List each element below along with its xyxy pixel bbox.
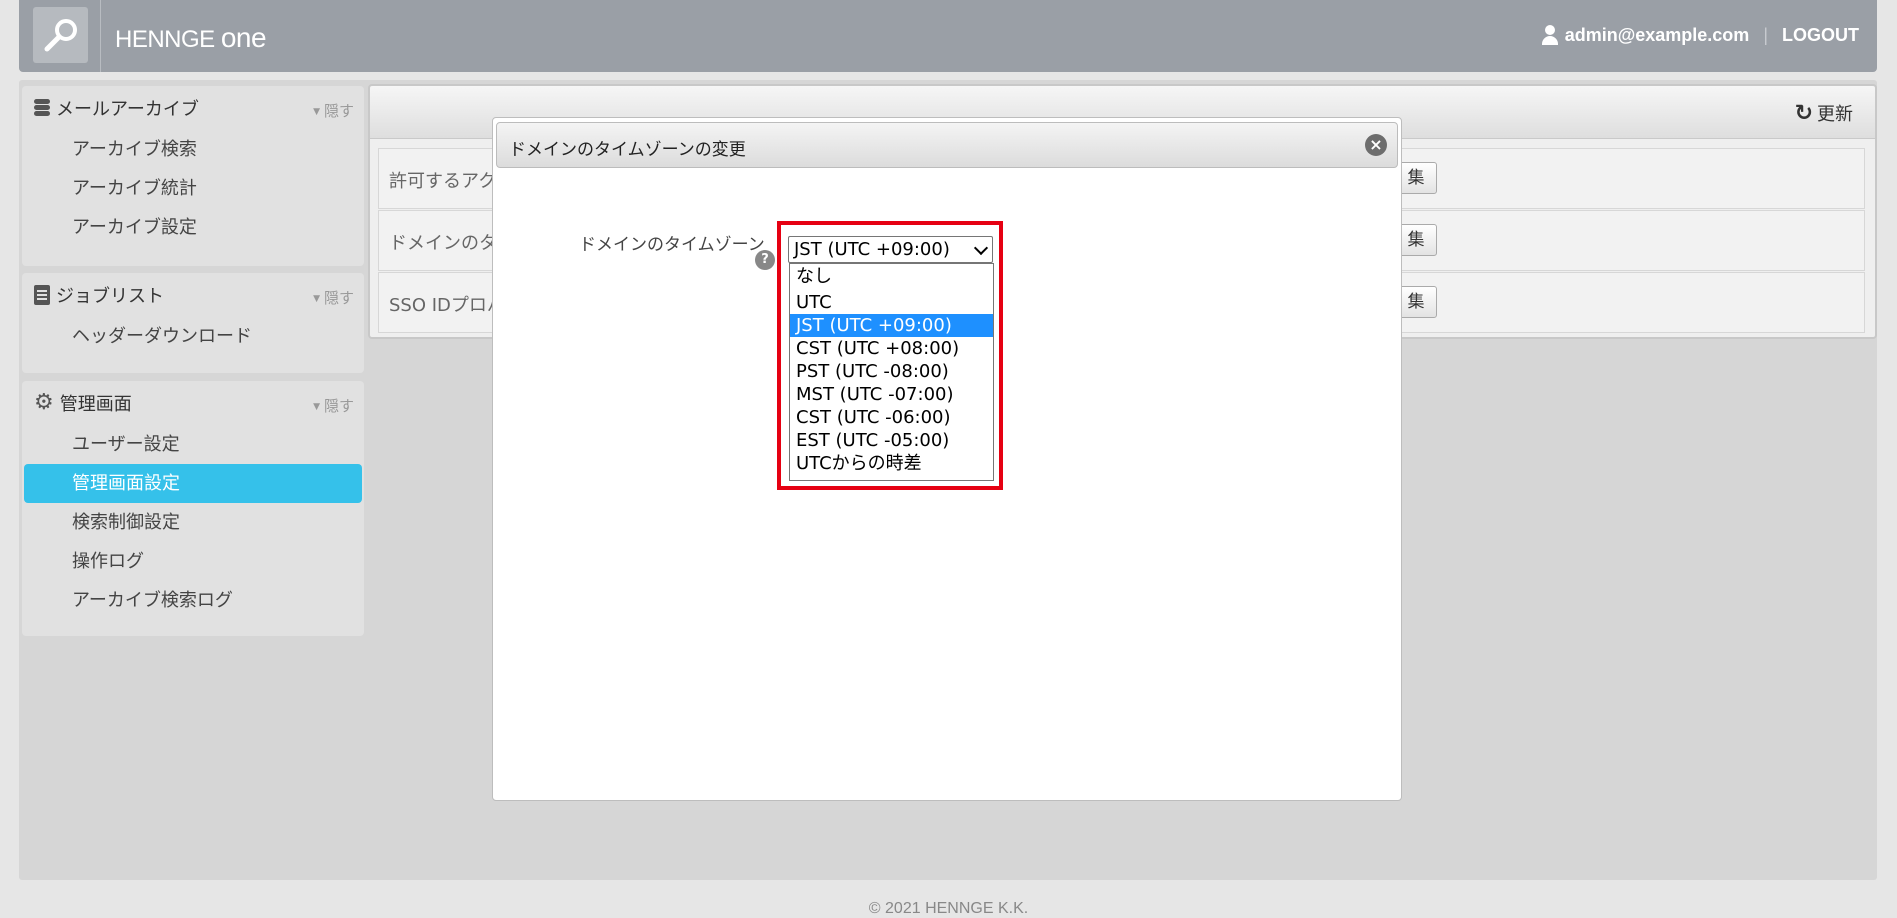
logo-divider xyxy=(100,0,101,72)
sidebar-item-operation-log[interactable]: 操作ログ xyxy=(24,542,362,581)
user-icon xyxy=(1541,24,1559,46)
hide-toggle[interactable]: 隠す xyxy=(313,395,354,416)
gear-icon: ⚙ xyxy=(34,390,54,415)
option-cst-plus8[interactable]: CST (UTC +08:00) xyxy=(790,337,993,360)
sidebar-section-mail-archive: メールアーカイブ 隠す アーカイブ検索 アーカイブ統計 アーカイブ設定 xyxy=(22,86,364,266)
search-logo-icon[interactable] xyxy=(33,7,88,63)
close-icon[interactable]: × xyxy=(1365,134,1387,156)
chevron-down-icon xyxy=(973,240,989,256)
sidebar-item-user-settings[interactable]: ユーザー設定 xyxy=(24,425,362,464)
dialog-title: ドメインのタイムゾーンの変更 xyxy=(509,140,746,160)
option-cst-minus6[interactable]: CST (UTC -06:00) xyxy=(790,406,993,429)
dialog-header: ドメインのタイムゾーンの変更 × xyxy=(496,122,1398,168)
sidebar-section-header[interactable]: メールアーカイブ 隠す xyxy=(22,86,364,130)
section-title: 管理画面 xyxy=(59,394,132,415)
timezone-options: なし UTC JST (UTC +09:00) CST (UTC +08:00)… xyxy=(789,263,994,481)
section-title: ジョブリスト xyxy=(56,286,164,307)
sidebar-section-header[interactable]: ジョブリスト 隠す xyxy=(22,273,364,317)
hide-toggle[interactable]: 隠す xyxy=(313,287,354,308)
header-divider: | xyxy=(1763,24,1768,45)
help-icon[interactable]: ? xyxy=(755,250,775,270)
sidebar-item-archive-search-log[interactable]: アーカイブ検索ログ xyxy=(24,581,362,620)
footer-copyright: © 2021 HENNGE K.K. xyxy=(868,900,1029,917)
sidebar-item-archive-settings[interactable]: アーカイブ設定 xyxy=(24,208,362,247)
option-mst[interactable]: MST (UTC -07:00) xyxy=(790,383,993,406)
refresh-icon: ↻ xyxy=(1794,100,1813,126)
sidebar-section-admin: ⚙ 管理画面 隠す ユーザー設定 管理画面設定 検索制御設定 操作ログ アーカイ… xyxy=(22,381,364,636)
user-email: admin@example.com xyxy=(1564,24,1750,45)
timezone-label: ドメインのタイムゾーン xyxy=(579,235,765,255)
timezone-select[interactable]: JST (UTC +09:00) xyxy=(788,236,993,263)
option-utc[interactable]: UTC xyxy=(790,291,993,314)
user-area: admin@example.com | LOGOUT xyxy=(1541,24,1859,46)
sidebar-item-search-control[interactable]: 検索制御設定 xyxy=(24,503,362,542)
hide-toggle[interactable]: 隠す xyxy=(313,100,354,121)
database-icon xyxy=(34,99,50,117)
option-jst[interactable]: JST (UTC +09:00) xyxy=(790,314,993,337)
row-label: ドメインのタ xyxy=(389,233,497,254)
sidebar-item-header-download[interactable]: ヘッダーダウンロード xyxy=(24,317,362,356)
brand-logo: HENNGE one xyxy=(115,22,267,53)
app-header: HENNGE one admin@example.com | LOGOUT xyxy=(19,0,1877,72)
sidebar-item-archive-search[interactable]: アーカイブ検索 xyxy=(24,130,362,169)
option-none[interactable]: なし xyxy=(790,265,993,291)
row-label: SSO IDプロバ xyxy=(389,295,505,316)
clipboard-icon xyxy=(34,285,50,305)
sidebar-section-header[interactable]: ⚙ 管理画面 隠す xyxy=(22,381,364,425)
section-title: メールアーカイブ xyxy=(56,99,199,120)
sidebar-item-admin-settings[interactable]: 管理画面設定 xyxy=(24,464,362,503)
sidebar-section-job-list: ジョブリスト 隠す ヘッダーダウンロード xyxy=(22,273,364,373)
sidebar-item-archive-stats[interactable]: アーカイブ統計 xyxy=(24,169,362,208)
option-pst[interactable]: PST (UTC -08:00) xyxy=(790,360,993,383)
option-utc-offset[interactable]: UTCからの時差 xyxy=(790,452,993,475)
logout-link[interactable]: LOGOUT xyxy=(1782,25,1859,46)
refresh-button[interactable]: ↻ 更新 xyxy=(1795,100,1853,126)
row-label: 許可するアク xyxy=(389,171,497,192)
option-est[interactable]: EST (UTC -05:00) xyxy=(790,429,993,452)
